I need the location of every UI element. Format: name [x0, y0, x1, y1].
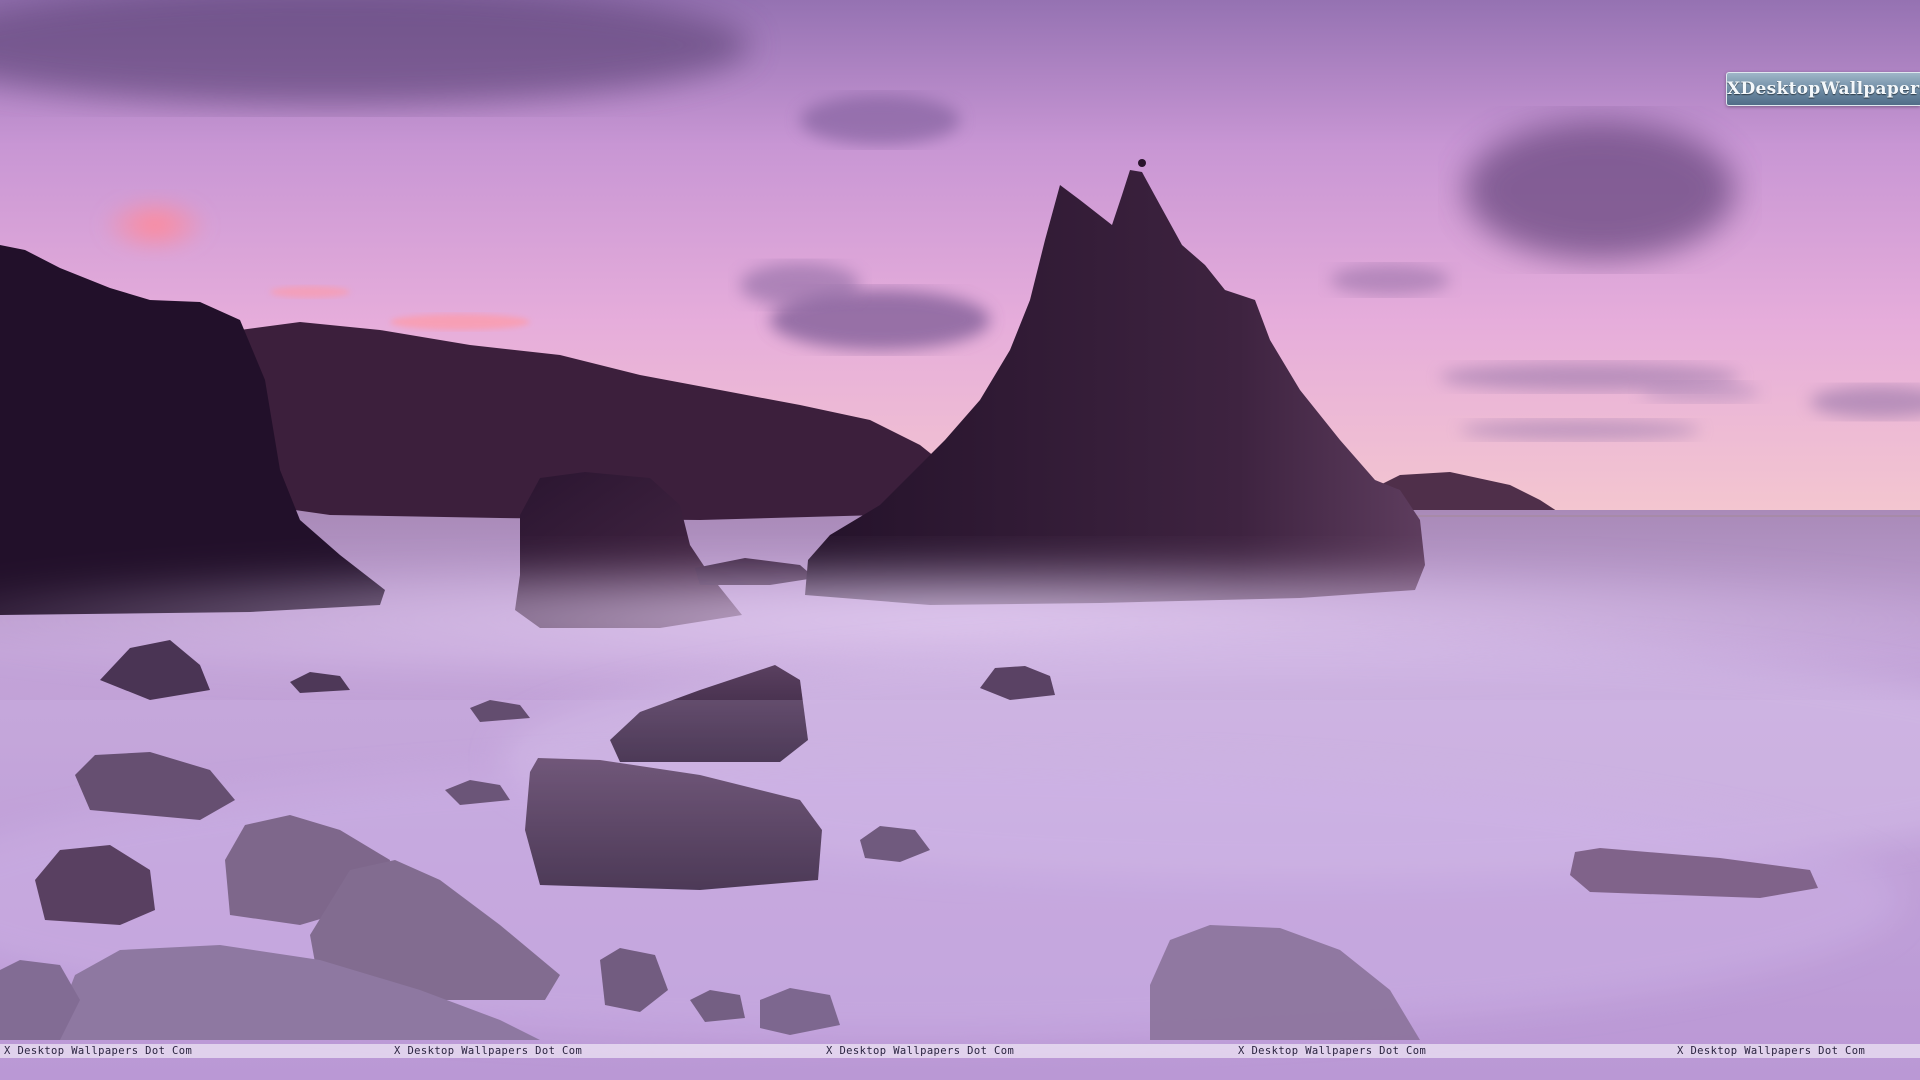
dark-cloud-top-mid	[800, 95, 960, 145]
watermark-text: X Desktop Wallpapers Dot Com	[826, 1045, 1015, 1057]
watermark-text: X Desktop Wallpapers Dot Com	[1238, 1045, 1427, 1057]
watermark-strip: X Desktop Wallpapers Dot Com X Desktop W…	[0, 1044, 1920, 1058]
cloud-streak-right-5	[1640, 382, 1760, 402]
site-logo-text: XDesktopWallpapers.Com	[1727, 79, 1920, 99]
site-logo-badge[interactable]: XDesktopWallpapers.Com	[1726, 72, 1920, 106]
watermark-text: X Desktop Wallpapers Dot Com	[1677, 1045, 1866, 1057]
seabird-on-peak	[1138, 159, 1146, 167]
pink-streak-mid	[270, 286, 350, 298]
dark-cloud-right	[1465, 120, 1735, 260]
pink-streak-left	[390, 314, 530, 330]
purple-cloud-center-small	[740, 263, 860, 307]
coastal-dusk-scene	[0, 0, 1920, 1080]
watermark-text: X Desktop Wallpapers Dot Com	[4, 1045, 193, 1057]
cloud-streak-right-1	[1330, 265, 1450, 295]
cloud-streak-right-4	[1460, 420, 1700, 440]
foreground-mist	[0, 700, 1920, 1080]
watermark-text: X Desktop Wallpapers Dot Com	[394, 1045, 583, 1057]
pink-cloud-left	[100, 195, 210, 255]
